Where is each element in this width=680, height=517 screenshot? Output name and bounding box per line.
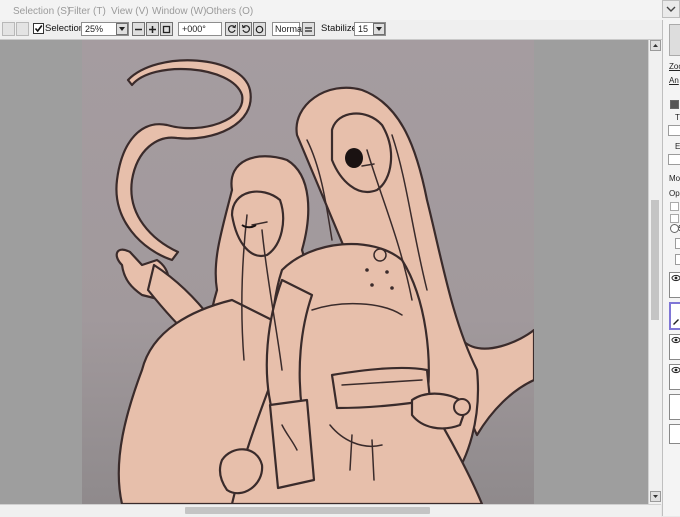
menu-filter[interactable]: Filter (T) xyxy=(68,6,106,17)
menu-view[interactable]: View (V) xyxy=(111,6,149,17)
layer-row-4[interactable] xyxy=(669,364,680,390)
deselect-tool-button[interactable] xyxy=(16,22,29,36)
dropdown-arrow-icon[interactable] xyxy=(116,23,128,35)
flip-horizontal-icon[interactable] xyxy=(302,22,315,36)
vertical-scrollbar[interactable] xyxy=(648,40,662,504)
zoom-in-icon[interactable] xyxy=(146,22,159,36)
eye-icon[interactable] xyxy=(671,366,680,374)
navigator-preview[interactable] xyxy=(669,24,680,56)
panel-label-angle[interactable]: An xyxy=(669,76,679,85)
checkmark-icon xyxy=(34,25,43,33)
rotate-reset-icon[interactable] xyxy=(253,22,266,36)
panel-label-mode: Mod xyxy=(669,174,680,183)
eye-icon[interactable] xyxy=(671,274,680,282)
selection-label: Selection xyxy=(45,23,85,34)
selection-checkbox[interactable] xyxy=(33,23,44,34)
stabilizer-value: 15 xyxy=(358,24,369,34)
layer-row-selected[interactable] xyxy=(669,302,680,330)
artwork-canvas[interactable] xyxy=(82,40,534,504)
layer-row-3[interactable] xyxy=(669,334,680,360)
zoom-reset-icon[interactable] xyxy=(160,22,173,36)
layer-property-icon xyxy=(670,100,679,109)
protect-checkbox[interactable] xyxy=(670,202,679,211)
panel-field-1[interactable] xyxy=(668,125,680,136)
rotation-select[interactable]: +000° xyxy=(178,22,222,36)
scroll-up-arrow-icon[interactable] xyxy=(650,40,661,51)
layer-row-6[interactable] xyxy=(669,424,680,444)
menu-selection[interactable]: Selection (S) xyxy=(13,6,70,17)
vertical-scroll-thumb[interactable] xyxy=(651,200,659,320)
panel-label-e: E xyxy=(675,142,680,151)
pen-icon xyxy=(673,319,679,325)
panel-field-4[interactable] xyxy=(675,254,680,265)
zoom-out-icon[interactable] xyxy=(132,22,145,36)
rotate-ccw-icon[interactable] xyxy=(225,22,238,36)
blend-mode-value: Normal xyxy=(275,24,305,34)
select-tool-button[interactable] xyxy=(2,22,15,36)
panel-field-3[interactable] xyxy=(675,238,680,249)
zoom-value: 25% xyxy=(85,24,104,34)
stabilizer-dropdown-arrow-icon[interactable] xyxy=(373,23,385,35)
scroll-down-arrow-icon[interactable] xyxy=(650,491,661,502)
chevron-down-icon[interactable] xyxy=(662,0,680,18)
blend-mode-select[interactable]: Normal xyxy=(272,22,304,36)
rotate-cw-icon[interactable] xyxy=(239,22,252,36)
right-panel: Zoo An T E Mod Opa S xyxy=(662,20,680,516)
panel-label-opacity: Opa xyxy=(669,189,680,198)
panel-label-t: T xyxy=(675,113,680,122)
rotation-value: +000° xyxy=(182,24,206,34)
canvas-workspace[interactable] xyxy=(0,40,648,504)
toolbar: Selection 25% +000° Normal Stabilizer 15 xyxy=(0,20,680,40)
menu-window[interactable]: Window (W) xyxy=(152,6,206,17)
clipping-checkbox[interactable] xyxy=(670,214,679,223)
layer-row-1[interactable] xyxy=(669,272,680,298)
panel-field-2[interactable] xyxy=(668,154,680,165)
menu-bar: Selection (S) Filter (T) View (V) Window… xyxy=(0,0,680,21)
menu-others[interactable]: Others (O) xyxy=(206,6,253,17)
eye-icon[interactable] xyxy=(671,336,680,344)
panel-label-zoom[interactable]: Zoo xyxy=(669,62,680,71)
layer-row-5[interactable] xyxy=(669,394,680,420)
horizontal-scroll-thumb[interactable] xyxy=(185,507,430,514)
horizontal-scrollbar[interactable] xyxy=(0,504,661,517)
